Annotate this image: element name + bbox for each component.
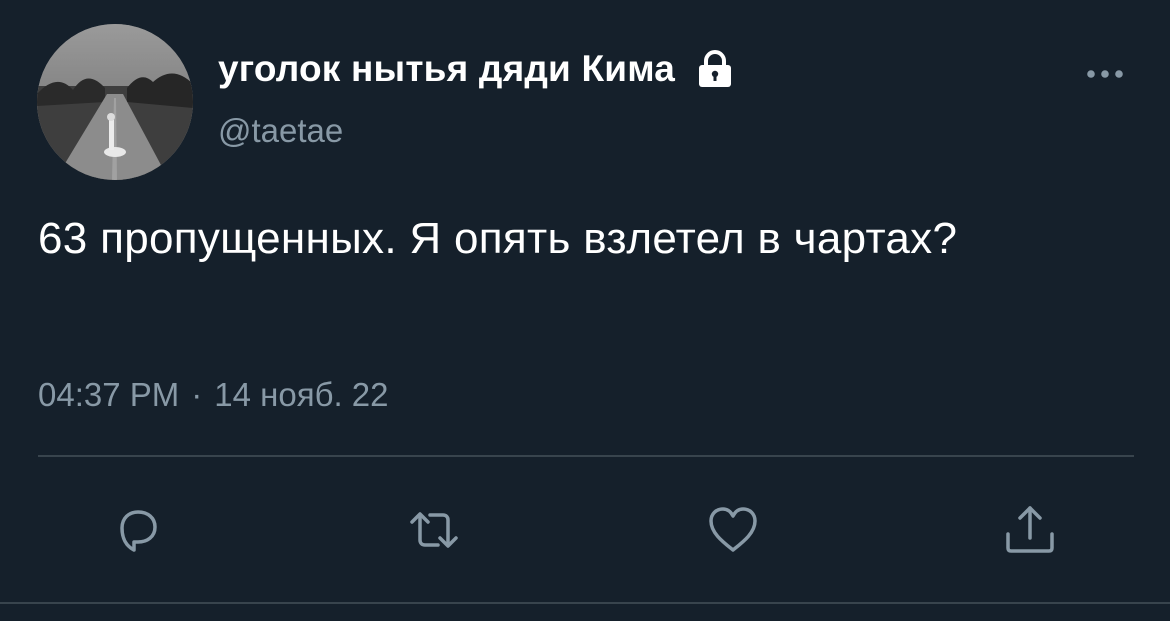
tweet-time: 04:37 PM xyxy=(38,376,180,413)
divider xyxy=(38,455,1134,457)
timestamp-separator: · xyxy=(191,376,203,413)
display-name-text[interactable]: уголок нытья дяди Кима xyxy=(218,48,675,90)
lock-icon xyxy=(695,50,735,88)
reply-button[interactable] xyxy=(108,500,168,560)
display-name[interactable]: уголок нытья дяди Кима xyxy=(218,48,735,90)
handle[interactable]: @taetae xyxy=(218,112,343,150)
retweet-button[interactable] xyxy=(404,500,464,560)
more-icon[interactable] xyxy=(1082,62,1128,86)
like-button[interactable] xyxy=(703,500,763,560)
retweet-icon xyxy=(404,500,464,560)
tweet-text: 63 пропущенных. Я опять взлетел в чартах… xyxy=(38,214,958,263)
tweet-date: 14 нояб. 22 xyxy=(214,376,389,413)
timestamp[interactable]: 04:37 PM · 14 нояб. 22 xyxy=(38,376,389,414)
share-icon xyxy=(1000,500,1060,560)
bottom-divider xyxy=(0,602,1170,604)
avatar[interactable] xyxy=(37,24,193,180)
like-icon xyxy=(703,500,763,560)
reply-icon xyxy=(108,500,168,560)
share-button[interactable] xyxy=(1000,500,1060,560)
